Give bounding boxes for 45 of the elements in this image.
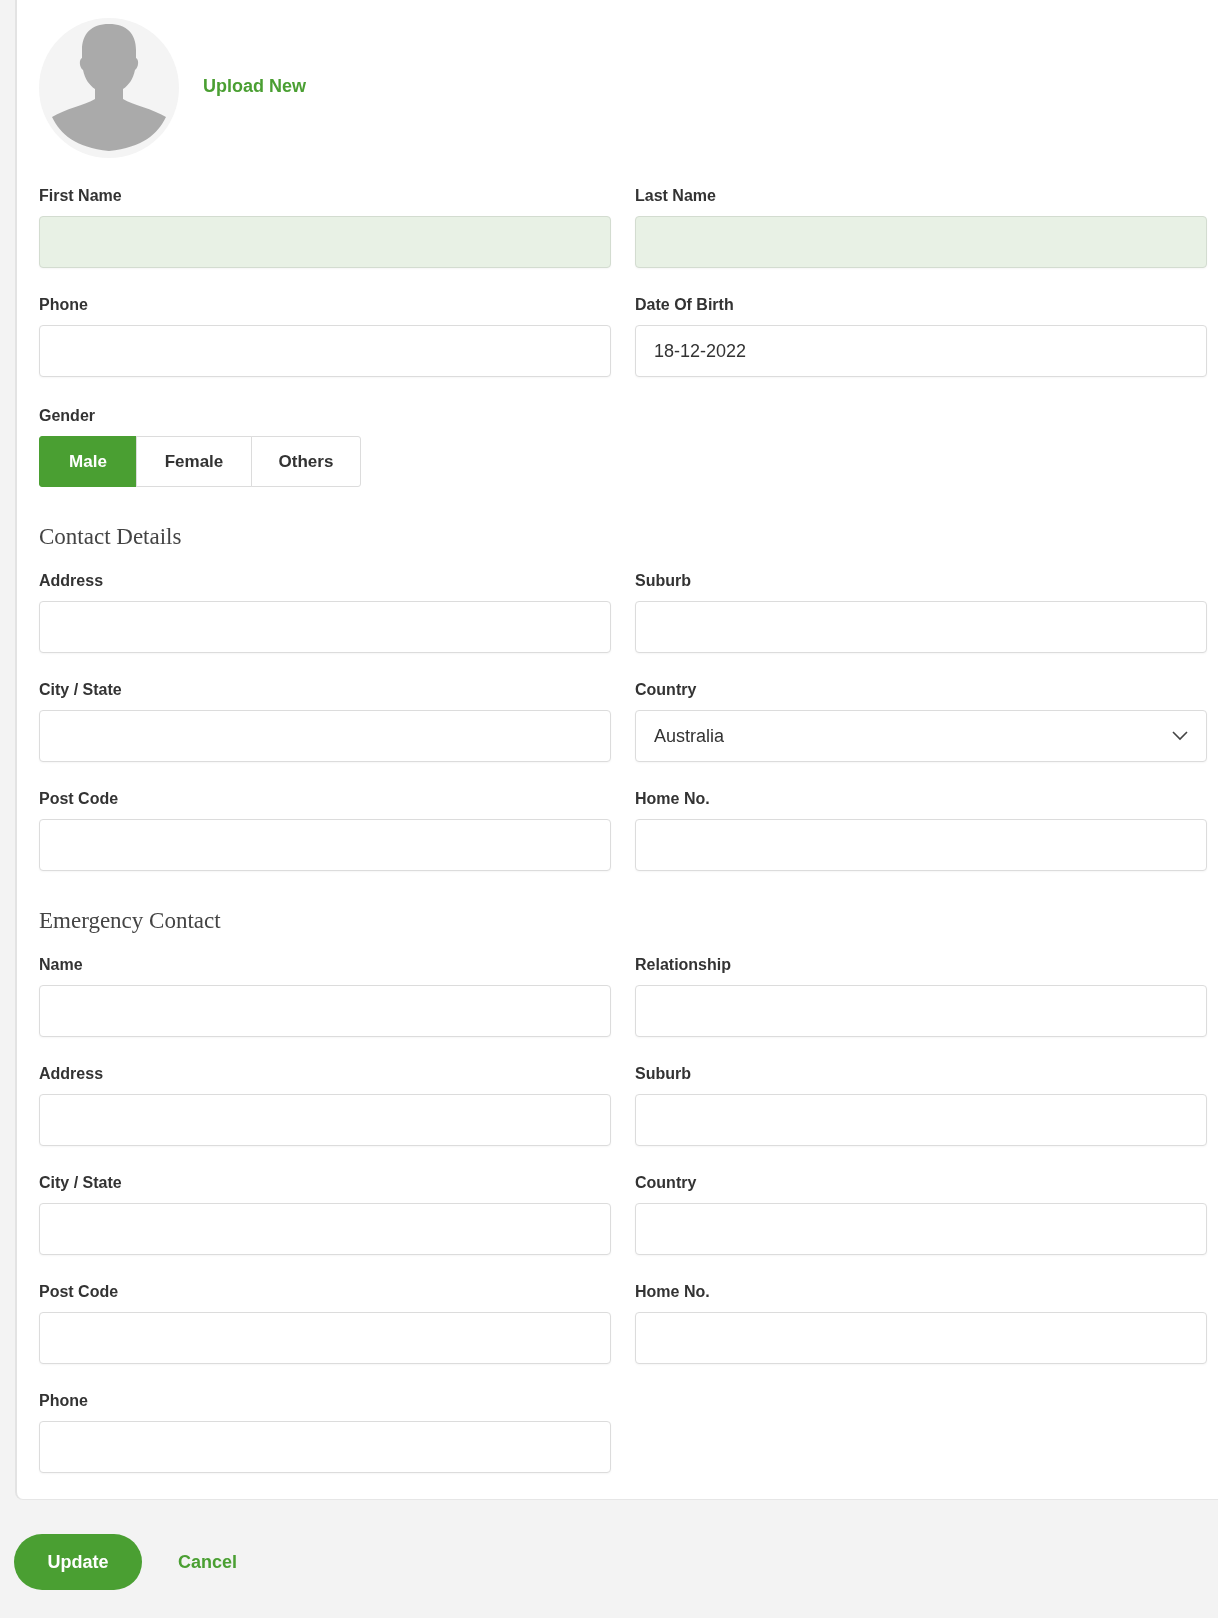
field-label: Address xyxy=(39,571,105,591)
field-label: Post Code xyxy=(39,789,120,809)
field-label: Gender xyxy=(39,406,96,426)
section-heading: Contact Details xyxy=(39,523,183,551)
field-label: Relationship xyxy=(635,955,732,975)
field-label: Suburb xyxy=(635,1064,692,1084)
field-label: Home No. xyxy=(635,1282,711,1302)
avatar-icon xyxy=(39,18,179,158)
gender-option[interactable]: Others xyxy=(251,436,361,487)
input-field[interactable] xyxy=(635,819,1207,871)
input-field[interactable] xyxy=(39,216,611,268)
input-field[interactable] xyxy=(635,1094,1207,1146)
input-field[interactable]: 18-12-2022 xyxy=(635,325,1207,377)
field-label: Last Name xyxy=(635,186,717,206)
input-field[interactable] xyxy=(39,710,611,762)
input-field[interactable] xyxy=(39,1312,611,1364)
field-label: Suburb xyxy=(635,571,692,591)
input-field[interactable] xyxy=(39,325,611,377)
input-field[interactable] xyxy=(635,1312,1207,1364)
input-field[interactable] xyxy=(635,1203,1207,1255)
input-field[interactable] xyxy=(635,985,1207,1037)
gender-option[interactable]: Female xyxy=(136,436,252,487)
field-label: Post Code xyxy=(39,1282,120,1302)
field-label: Home No. xyxy=(635,789,711,809)
input-field[interactable] xyxy=(39,819,611,871)
input-field[interactable] xyxy=(635,601,1207,653)
input-field[interactable] xyxy=(39,1094,611,1146)
chevron-down-icon xyxy=(1172,731,1188,741)
field-label: First Name xyxy=(39,186,123,206)
input-field[interactable] xyxy=(39,985,611,1037)
field-label: Country xyxy=(635,1173,698,1193)
country-dropdown[interactable]: Australia xyxy=(635,710,1207,762)
input-field[interactable] xyxy=(39,601,611,653)
field-label: City / State xyxy=(39,680,123,700)
field-label: Phone xyxy=(39,295,89,315)
field-label: Country xyxy=(635,680,698,700)
field-label: Address xyxy=(39,1064,105,1084)
section-heading: Emergency Contact xyxy=(39,907,222,935)
input-field[interactable] xyxy=(635,216,1207,268)
input-field[interactable] xyxy=(39,1421,611,1473)
field-label: City / State xyxy=(39,1173,123,1193)
field-label: Phone xyxy=(39,1391,89,1411)
field-label: Date Of Birth xyxy=(635,295,735,315)
field-label: Name xyxy=(39,955,84,975)
input-field[interactable] xyxy=(39,1203,611,1255)
